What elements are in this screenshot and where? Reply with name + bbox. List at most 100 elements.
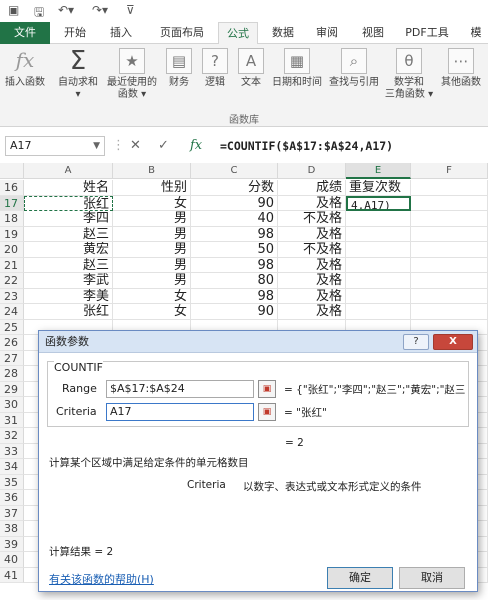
- save-icon[interactable]: 🖫: [34, 3, 44, 24]
- cell[interactable]: 男: [113, 257, 191, 273]
- tab-more[interactable]: 模: [464, 22, 488, 44]
- cell[interactable]: [411, 211, 488, 227]
- chevron-down-icon[interactable]: ▼: [93, 137, 100, 155]
- tab-data[interactable]: 数据: [266, 22, 300, 44]
- row-header[interactable]: 35: [0, 474, 24, 490]
- row-header[interactable]: 26: [0, 335, 24, 351]
- cell[interactable]: [346, 304, 411, 320]
- criteria-collapse-icon[interactable]: ▣: [258, 403, 276, 421]
- redo-icon[interactable]: ↷▾: [92, 3, 108, 17]
- cell[interactable]: [411, 304, 488, 320]
- cell[interactable]: 50: [191, 242, 278, 258]
- select-all-corner[interactable]: [0, 163, 24, 179]
- cell[interactable]: 及格: [278, 257, 346, 273]
- cell[interactable]: 黄宏: [24, 242, 113, 258]
- range-collapse-icon[interactable]: ▣: [258, 380, 276, 398]
- more-functions-button[interactable]: ⋯ 其他函数: [436, 48, 486, 89]
- cell[interactable]: 及格: [278, 273, 346, 289]
- cell[interactable]: 赵三: [24, 257, 113, 273]
- cell[interactable]: 及格: [278, 288, 346, 304]
- financial-button[interactable]: ▤ 财务: [164, 48, 194, 89]
- row-header[interactable]: 28: [0, 366, 24, 382]
- row-header[interactable]: 24: [0, 304, 24, 320]
- row-header[interactable]: 39: [0, 536, 24, 552]
- cell[interactable]: 及格: [278, 226, 346, 242]
- help-button[interactable]: ?: [403, 334, 429, 350]
- ok-button[interactable]: 确定: [327, 567, 393, 589]
- cell[interactable]: 男: [113, 211, 191, 227]
- cell[interactable]: 90: [191, 304, 278, 320]
- help-link[interactable]: 有关该函数的帮助(H): [49, 571, 154, 587]
- cell[interactable]: [411, 288, 488, 304]
- row-header[interactable]: 23: [0, 288, 24, 304]
- tab-formulas[interactable]: 公式: [218, 22, 258, 45]
- cell[interactable]: 女: [113, 195, 191, 211]
- row-header[interactable]: 22: [0, 273, 24, 289]
- close-button[interactable]: X: [433, 334, 473, 350]
- cell[interactable]: 张红: [24, 304, 113, 320]
- range-input[interactable]: $A$17:$A$24: [106, 380, 254, 398]
- row-header[interactable]: 30: [0, 397, 24, 413]
- active-cell[interactable]: 4,A17): [346, 195, 411, 211]
- cell[interactable]: 李美: [24, 288, 113, 304]
- row-header[interactable]: 29: [0, 381, 24, 397]
- cell[interactable]: 男: [113, 226, 191, 242]
- cell[interactable]: 80: [191, 273, 278, 289]
- row-header[interactable]: 27: [0, 350, 24, 366]
- row-header[interactable]: 16: [0, 180, 24, 196]
- criteria-input[interactable]: A17: [106, 403, 254, 421]
- cell[interactable]: 98: [191, 257, 278, 273]
- tab-page-layout[interactable]: 页面布局: [152, 22, 212, 44]
- row-header[interactable]: 18: [0, 211, 24, 227]
- cell[interactable]: 40: [191, 211, 278, 227]
- tab-pdf-tools[interactable]: PDF工具: [398, 22, 456, 44]
- column-header[interactable]: B: [113, 163, 191, 179]
- row-header[interactable]: 41: [0, 567, 24, 583]
- cell[interactable]: 98: [191, 288, 278, 304]
- insert-function-button[interactable]: fx 插入函数: [2, 48, 48, 89]
- cell[interactable]: 李武: [24, 273, 113, 289]
- cell[interactable]: 性别: [113, 180, 191, 196]
- customize-qa-icon[interactable]: ⊽: [126, 3, 135, 17]
- cell[interactable]: 90: [191, 195, 278, 211]
- row-header[interactable]: 40: [0, 552, 24, 568]
- math-trig-button[interactable]: θ 数学和 三角函数 ▾: [384, 48, 434, 101]
- cancel-button[interactable]: 取消: [399, 567, 465, 589]
- cell[interactable]: [346, 242, 411, 258]
- cell[interactable]: 及格: [278, 304, 346, 320]
- cell[interactable]: 分数: [191, 180, 278, 196]
- row-header[interactable]: 38: [0, 521, 24, 537]
- cell[interactable]: [411, 273, 488, 289]
- cell[interactable]: [411, 195, 488, 211]
- referenced-cell[interactable]: 张红: [24, 195, 113, 211]
- cell[interactable]: 不及格: [278, 242, 346, 258]
- undo-icon[interactable]: ↶▾: [58, 3, 74, 17]
- formula-input[interactable]: =COUNTIF($A$17:$A$24,A17): [220, 136, 488, 156]
- row-header[interactable]: 19: [0, 226, 24, 242]
- cell[interactable]: 李四: [24, 211, 113, 227]
- tab-review[interactable]: 审阅: [310, 22, 344, 44]
- cell[interactable]: 姓名: [24, 180, 113, 196]
- lookup-reference-button[interactable]: ⌕ 查找与引用: [326, 48, 382, 89]
- recently-used-button[interactable]: ★ 最近使用的 函数 ▾: [104, 48, 160, 101]
- cell[interactable]: 成绩: [278, 180, 346, 196]
- row-header[interactable]: 21: [0, 257, 24, 273]
- tab-insert[interactable]: 插入: [104, 22, 138, 44]
- column-header[interactable]: D: [278, 163, 346, 179]
- cell[interactable]: [346, 211, 411, 227]
- name-box[interactable]: A17 ▼: [5, 136, 105, 156]
- row-header[interactable]: 36: [0, 490, 24, 506]
- cell[interactable]: 赵三: [24, 226, 113, 242]
- cell[interactable]: [346, 273, 411, 289]
- column-header[interactable]: E: [346, 163, 411, 179]
- column-header[interactable]: C: [191, 163, 278, 179]
- dialog-title-bar[interactable]: 函数参数 ? X: [39, 331, 477, 353]
- row-header[interactable]: 32: [0, 428, 24, 444]
- row-header[interactable]: 25: [0, 319, 24, 335]
- logical-button[interactable]: ? 逻辑: [200, 48, 230, 89]
- enter-icon[interactable]: ✓: [158, 136, 169, 156]
- cell[interactable]: 女: [113, 288, 191, 304]
- cell[interactable]: [346, 226, 411, 242]
- cancel-icon[interactable]: ✕: [130, 136, 141, 156]
- tab-file[interactable]: 文件: [0, 22, 50, 44]
